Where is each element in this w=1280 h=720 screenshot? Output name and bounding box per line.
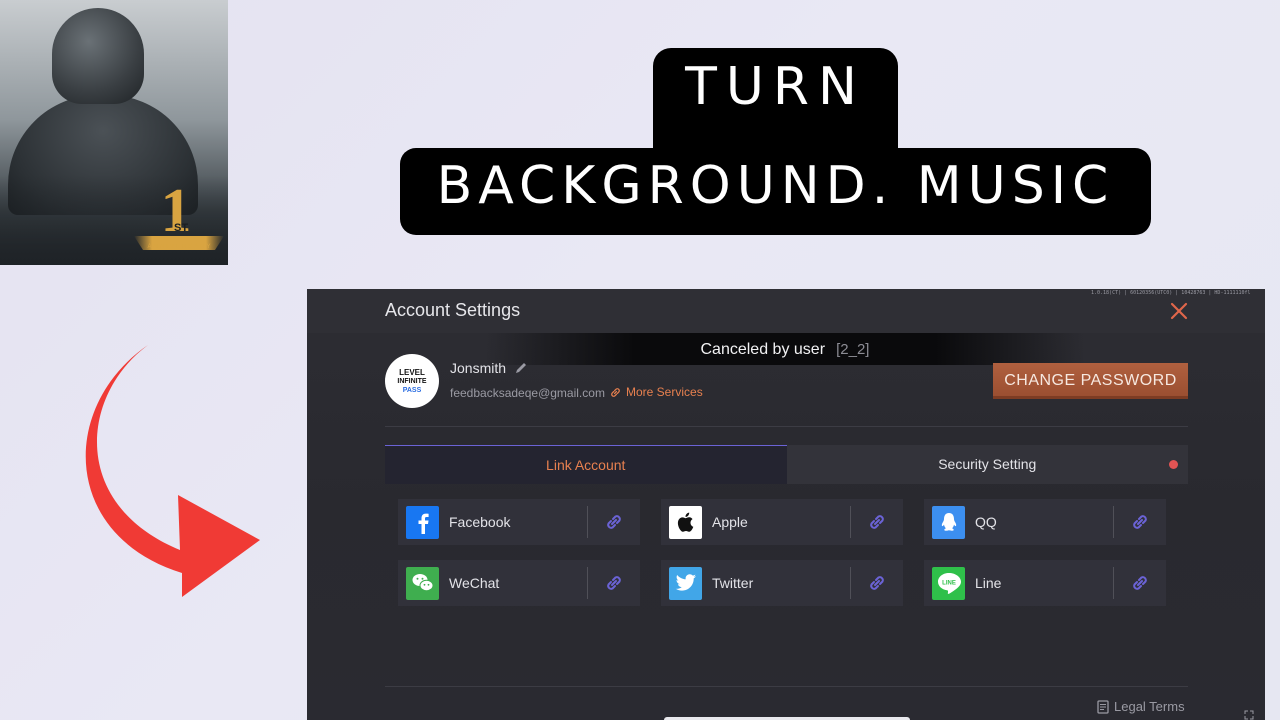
fullscreen-icon[interactable] (1244, 710, 1254, 720)
tab-link-account[interactable]: Link Account (385, 445, 787, 484)
more-services-link[interactable]: More Services (610, 385, 703, 399)
chain-link-icon (607, 515, 621, 529)
chain-link-icon (1133, 515, 1147, 529)
twitter-icon (669, 566, 702, 600)
anniversary-text: ANNIVERSARY (147, 244, 213, 250)
account-name: Twitter (712, 575, 754, 591)
helmet-shape (52, 8, 144, 104)
email-address: feedbacksadeqe@gmail.com (450, 386, 605, 400)
toast-message: Canceled by user [2_2] (485, 333, 1085, 365)
account-row-line: LINE Line (924, 560, 1166, 606)
more-services-label: More Services (626, 385, 703, 399)
title-line-2: BACKGROUND. MUSIC (436, 156, 1115, 216)
pencil-icon[interactable] (514, 361, 528, 375)
account-name: Line (975, 575, 1002, 591)
legal-terms-link[interactable]: Legal Terms (1097, 699, 1185, 714)
facebook-icon (406, 505, 439, 539)
link-icon (611, 387, 620, 397)
account-row-twitter: Twitter (661, 560, 903, 606)
link-account-button[interactable] (851, 560, 903, 606)
close-icon[interactable] (1169, 301, 1189, 321)
account-row-wechat: WeChat (398, 560, 640, 606)
link-account-button[interactable] (1114, 560, 1166, 606)
legal-terms-label: Legal Terms (1114, 699, 1185, 714)
qq-icon (932, 505, 965, 539)
link-account-button[interactable] (1114, 499, 1166, 545)
account-name: Apple (712, 514, 748, 530)
change-password-button[interactable]: CHANGE PASSWORD (993, 363, 1188, 399)
link-account-button[interactable] (588, 499, 640, 545)
tab-bar: Link Account Security Setting (385, 445, 1188, 484)
account-name: WeChat (449, 575, 500, 591)
toast-code: [2_2] (836, 341, 870, 358)
window-title: Account Settings (385, 300, 521, 320)
account-settings-window: Account Settings 1.0.18(CT) | 60120356(U… (307, 289, 1265, 720)
chain-link-icon (870, 515, 884, 529)
tab-security-setting[interactable]: Security Setting (786, 445, 1188, 484)
avatar: LEVEL INFINITE PASS (385, 354, 439, 408)
link-account-button[interactable] (588, 560, 640, 606)
link-account-button[interactable] (851, 499, 903, 545)
username: Jonsmith (450, 360, 507, 376)
notification-dot (1169, 460, 1178, 469)
document-icon (1097, 699, 1109, 714)
build-info: 1.0.18(CT) | 60120356(UTC0) | 10428763 |… (1091, 290, 1251, 296)
title-line-1: TURN (685, 57, 866, 117)
toast-text: Canceled by user (700, 341, 826, 358)
line-icon: LINE (932, 566, 965, 600)
account-row-qq: QQ (924, 499, 1166, 545)
chain-link-icon (607, 576, 621, 590)
apple-icon (669, 505, 702, 539)
account-row-apple: Apple (661, 499, 903, 545)
wechat-icon (406, 566, 439, 600)
account-row-facebook: Facebook (398, 499, 640, 545)
anniversary-suffix: ST (174, 222, 189, 234)
curved-arrow-icon (85, 345, 260, 597)
chain-link-icon (870, 576, 884, 590)
game-thumbnail: 1 ST ANNIVERSARY (0, 0, 228, 265)
chain-link-icon (1133, 576, 1147, 590)
svg-text:LINE: LINE (942, 581, 956, 587)
account-name: QQ (975, 514, 997, 530)
account-name: Facebook (449, 514, 511, 530)
